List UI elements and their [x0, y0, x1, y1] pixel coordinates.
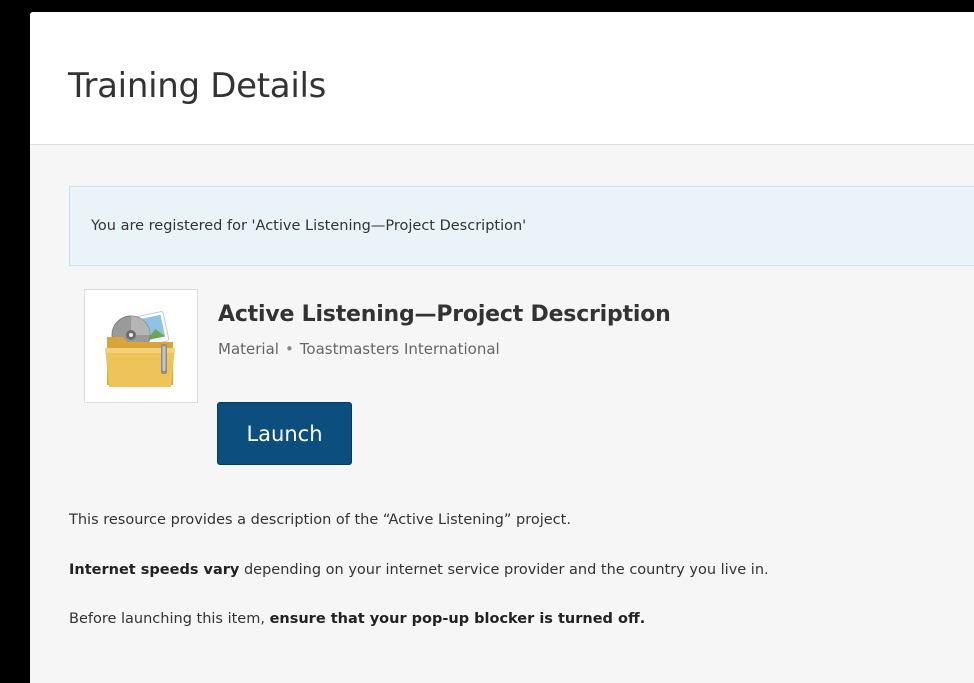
page-title: Training Details	[68, 66, 327, 106]
description-line-3: Before launching this item, ensure that …	[69, 611, 645, 627]
registration-alert-text: You are registered for 'Active Listening…	[91, 218, 527, 234]
item-thumbnail	[84, 289, 198, 403]
internet-speeds-bold: Internet speeds vary	[69, 562, 240, 578]
popup-warning-bold: ensure that your pop-up blocker is turne…	[269, 611, 646, 627]
page-header: Training Details	[30, 12, 974, 145]
item-meta: Material • Toastmasters International	[218, 340, 500, 358]
browser-window: Training Details You are registered for …	[11, 12, 974, 683]
internet-speeds-text: depending on your internet service provi…	[239, 562, 769, 578]
material-folder-icon	[105, 311, 175, 387]
item-type: Material	[218, 340, 279, 358]
description-line-1: This resource provides a description of …	[69, 512, 571, 528]
description-text: This resource provides a description of …	[69, 512, 571, 528]
registration-alert: You are registered for 'Active Listening…	[69, 186, 974, 266]
launch-button[interactable]: Launch	[217, 402, 352, 465]
meta-separator: •	[284, 340, 294, 358]
popup-warning-start: Before launching this item,	[69, 611, 270, 627]
item-title: Active Listening—Project Description	[218, 302, 671, 327]
item-provider: Toastmasters International	[299, 340, 500, 358]
training-details-panel: Training Details You are registered for …	[30, 12, 974, 683]
description-line-2: Internet speeds vary depending on your i…	[69, 562, 769, 578]
